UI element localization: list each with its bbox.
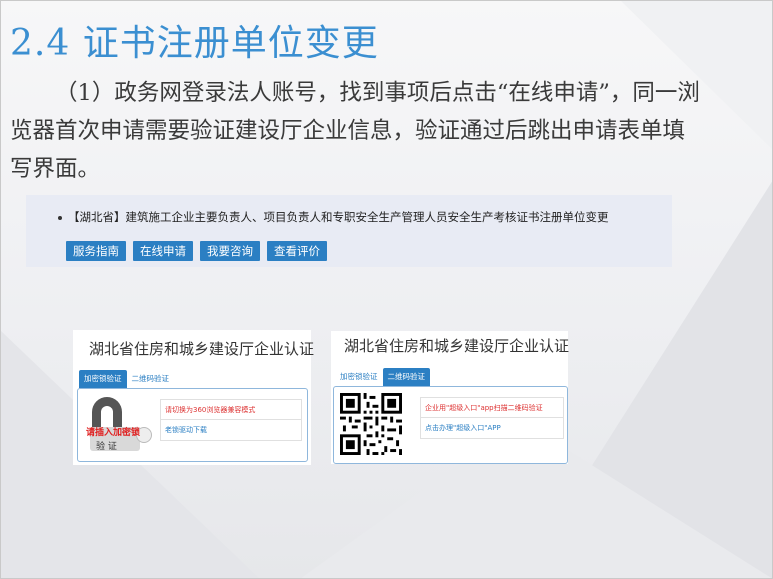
panel-title: 湖北省住房和城乡建设厅企业认证 — [344, 337, 570, 355]
service-button-row: 服务指南 在线申请 我要咨询 查看评价 — [66, 241, 327, 261]
auth-content-box: 企业用"超级入口"app扫描二维码验证 点击办理"超级入口"APP — [333, 386, 568, 464]
usb-key-illustration: 请插入加密锁 验 证 — [86, 397, 156, 457]
insert-key-prompt: 请插入加密锁 — [86, 428, 141, 438]
tab-qr-code[interactable]: 二维码验证 — [127, 370, 175, 388]
qr-code-auth-panel: 湖北省住房和城乡建设厅企业认证 加密锁验证 二维码验证 企业用"超级入口"app… — [331, 331, 570, 464]
tab-usb-key[interactable]: 加密锁验证 — [79, 370, 127, 388]
service-item[interactable]: 【湖北省】建筑施工企业主要负责人、项目负责人和专职安全生产管理人员安全生产考核证… — [58, 209, 609, 225]
apply-online-button[interactable]: 在线申请 — [133, 241, 193, 261]
tab-usb-key[interactable]: 加密锁验证 — [335, 368, 383, 386]
usb-key-auth-panel: 湖北省住房和城乡建设厅企业认证 加密锁验证 二维码验证 请插入加密锁 验 证 请… — [73, 330, 315, 465]
switch-browser-mode-option[interactable]: 请切换为360浏览器兼容模式 — [160, 399, 302, 421]
service-guide-button[interactable]: 服务指南 — [66, 241, 126, 261]
service-notice-panel: 【湖北省】建筑施工企业主要负责人、项目负责人和专职安全生产管理人员安全生产考核证… — [26, 195, 672, 267]
get-app-option[interactable]: 点击办理"超级入口"APP — [420, 417, 564, 439]
old-key-driver-download-option[interactable]: 老锁驱动下载 — [160, 419, 302, 441]
verify-label[interactable]: 验 证 — [96, 439, 117, 452]
scan-qr-option[interactable]: 企业用"超级入口"app扫描二维码验证 — [420, 397, 564, 419]
auth-tabs: 加密锁验证 二维码验证 — [335, 368, 430, 386]
slide-title: 2.4 证书注册单位变更 — [10, 23, 379, 64]
tab-qr-code[interactable]: 二维码验证 — [382, 368, 430, 386]
bullet-icon — [58, 215, 62, 220]
panel-title: 湖北省住房和城乡建设厅企业认证 — [89, 340, 315, 358]
usb-key-ring-icon — [92, 397, 122, 427]
qr-code-image — [340, 393, 402, 455]
slide-paragraph: （1）政务网登录法人账号，找到事项后点击“在线申请”，同一浏览器首次申请需要验证… — [10, 80, 700, 182]
auth-tabs: 加密锁验证 二维码验证 — [79, 370, 174, 388]
consult-button[interactable]: 我要咨询 — [200, 241, 260, 261]
service-item-text[interactable]: 【湖北省】建筑施工企业主要负责人、项目负责人和专职安全生产管理人员安全生产考核证… — [68, 210, 609, 224]
view-rating-button[interactable]: 查看评价 — [267, 241, 327, 261]
auth-content-box: 请插入加密锁 验 证 请切换为360浏览器兼容模式 老锁驱动下载 — [77, 388, 308, 462]
